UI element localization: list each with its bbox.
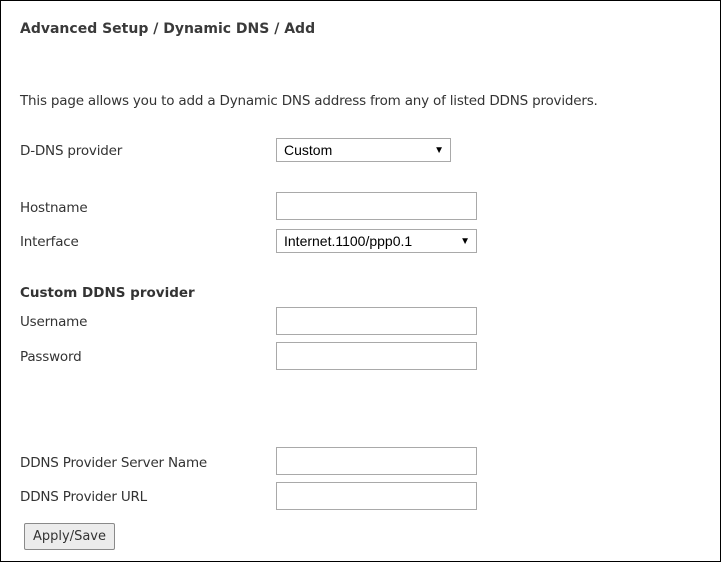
username-input[interactable] (276, 307, 477, 335)
breadcrumb: Advanced Setup / Dynamic DNS / Add (20, 21, 316, 37)
password-label: Password (20, 349, 82, 365)
server-name-input[interactable] (276, 447, 477, 475)
ddns-provider-selected-value: Custom (284, 142, 333, 158)
ddns-provider-label: D-DNS provider (20, 143, 123, 159)
ddns-provider-select[interactable]: Custom ▼ (276, 138, 451, 162)
hostname-label: Hostname (20, 200, 88, 216)
provider-url-input[interactable] (276, 482, 477, 510)
interface-select[interactable]: Internet.1100/ppp0.1 ▼ (276, 229, 477, 253)
page-description: This page allows you to add a Dynamic DN… (20, 93, 598, 109)
hostname-input[interactable] (276, 192, 477, 220)
custom-ddns-section-heading: Custom DDNS provider (20, 285, 195, 301)
server-name-label: DDNS Provider Server Name (20, 455, 208, 471)
apply-save-button[interactable]: Apply/Save (24, 523, 115, 550)
interface-label: Interface (20, 234, 79, 250)
ddns-add-panel: Advanced Setup / Dynamic DNS / Add This … (0, 0, 721, 562)
username-label: Username (20, 314, 88, 330)
dropdown-arrow-icon: ▼ (460, 235, 470, 247)
provider-url-label: DDNS Provider URL (20, 489, 148, 505)
interface-selected-value: Internet.1100/ppp0.1 (284, 233, 413, 249)
dropdown-arrow-icon: ▼ (434, 144, 444, 156)
password-input[interactable] (276, 342, 477, 370)
